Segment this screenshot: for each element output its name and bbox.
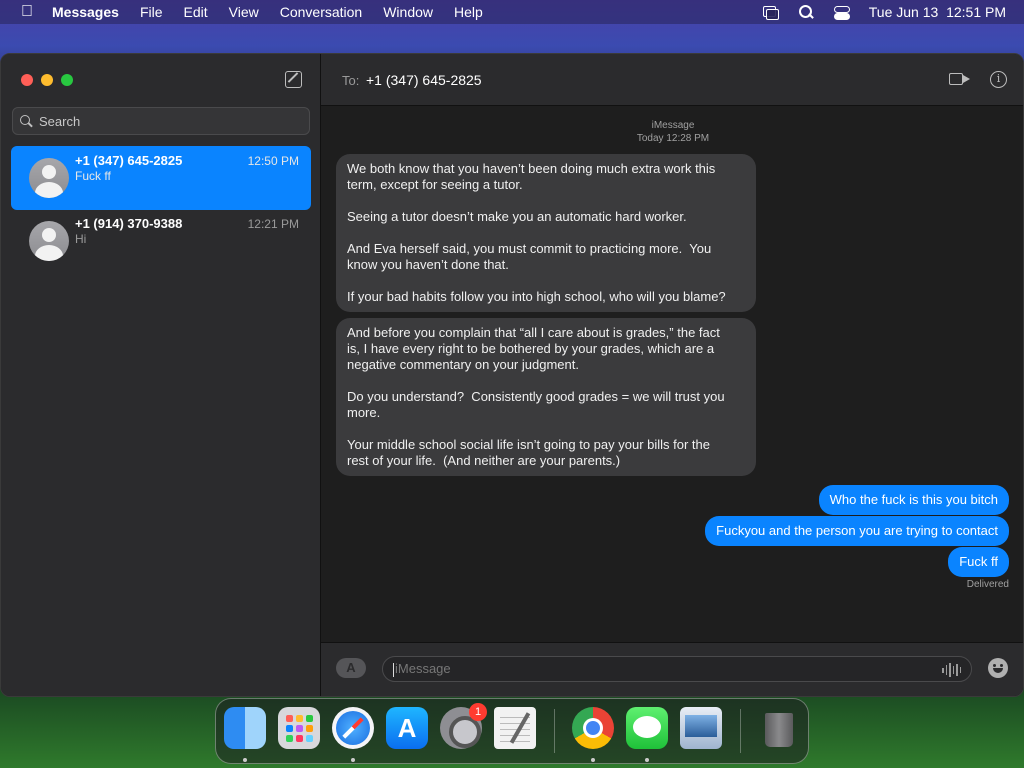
conversation-preview: Hi [75,232,87,246]
control-center-icon[interactable] [833,5,851,20]
conversation-pane: To: +1 (347) 645-2825 i iMessage Today 1… [321,54,1023,696]
thread-timestamp: Today 12:28 PM [636,133,710,144]
app-store-apps-button[interactable]: A [336,658,366,678]
chrome-icon[interactable] [572,707,614,749]
conversation-item[interactable]: +1 (914) 370-9388 12:21 PM Hi [11,209,311,273]
facetime-video-icon[interactable] [949,73,970,85]
recipient-field[interactable]: +1 (347) 645-2825 [366,72,482,88]
close-button[interactable] [21,74,33,86]
conversation-time: 12:50 PM [247,154,299,168]
dock-separator [554,709,555,753]
message-placeholder: iMessage [395,661,451,676]
message-input[interactable]: iMessage [382,656,972,682]
preview-icon[interactable] [680,707,722,749]
minimize-button[interactable] [41,74,53,86]
menu-messages[interactable]: Messages [52,4,119,20]
conversation-name: +1 (347) 645-2825 [75,153,183,168]
menu-window[interactable]: Window [383,4,433,20]
audio-message-icon[interactable] [942,663,961,677]
menu-edit[interactable]: Edit [184,4,208,20]
conversation-header: To: +1 (347) 645-2825 i [321,54,1023,106]
conversation-time: 12:21 PM [247,217,299,231]
search-placeholder: Search [39,113,81,129]
delivery-status: Delivered [966,579,1009,590]
textedit-icon[interactable] [494,707,536,749]
compose-icon[interactable] [285,71,302,88]
outgoing-message[interactable]: Fuck ff [948,547,1009,577]
running-indicator [243,758,247,762]
launchpad-icon[interactable] [278,707,320,749]
zoom-button[interactable] [61,74,73,86]
conversation-preview: Fuck ff [75,169,111,183]
screen-mirroring-icon[interactable] [761,5,779,20]
notification-badge: 1 [469,703,487,721]
emoji-icon[interactable] [988,658,1008,678]
spotlight-search-icon[interactable] [797,5,815,19]
safari-icon[interactable] [332,707,374,749]
search-icon [19,114,33,128]
finder-icon[interactable] [224,707,266,749]
to-label: To: [342,73,360,88]
search-field[interactable]: Search [12,107,310,135]
menubar-clock[interactable]: Tue Jun 13 12:51 PM [869,4,1006,20]
app-store-icon[interactable]: A [386,707,428,749]
dock: A 1 [215,698,809,764]
window-controls [21,74,73,86]
apple-menu-icon[interactable]:  [17,3,37,21]
menu-file[interactable]: File [140,4,163,20]
dock-separator [740,709,741,753]
incoming-message[interactable]: And before you complain that “all I care… [336,318,756,476]
menu-conversation[interactable]: Conversation [280,4,363,20]
conversation-name: +1 (914) 370-9388 [75,216,183,231]
menu-help[interactable]: Help [454,4,483,20]
avatar [29,158,69,198]
info-icon[interactable]: i [990,71,1007,88]
running-indicator [351,758,355,762]
incoming-message[interactable]: We both know that you haven’t been doing… [336,154,756,312]
outgoing-message[interactable]: Fuckyou and the person you are trying to… [705,516,1009,546]
composer-bar: A iMessage [321,642,1023,696]
text-caret [393,662,394,677]
sidebar: Search +1 (347) 645-2825 12:50 PM Fuck f… [1,54,321,696]
conversation-item[interactable]: +1 (347) 645-2825 12:50 PM Fuck ff [11,146,311,210]
messages-window: Search +1 (347) 645-2825 12:50 PM Fuck f… [0,53,1024,697]
avatar [29,221,69,261]
menu-bar:  Messages File Edit View Conversation W… [0,0,1024,24]
running-indicator [591,758,595,762]
service-label: iMessage [651,120,695,131]
messages-app-icon[interactable] [626,707,668,749]
outgoing-message[interactable]: Who the fuck is this you bitch [818,485,1009,515]
running-indicator [645,758,649,762]
menu-view[interactable]: View [229,4,259,20]
trash-icon[interactable] [758,707,800,749]
